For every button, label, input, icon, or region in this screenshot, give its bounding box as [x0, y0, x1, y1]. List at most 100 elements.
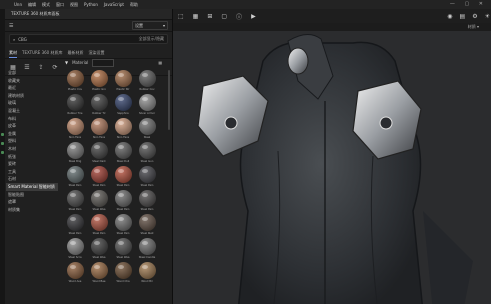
panel-tab[interactable]: 渲染设置 — [89, 50, 105, 58]
material-thumbnail[interactable]: Steel Gun — [137, 142, 157, 163]
filter-input[interactable] — [92, 58, 115, 67]
material-thumbnail[interactable]: Plastic Str — [113, 70, 133, 91]
material-label: Skin Face — [68, 135, 82, 139]
material-thumbnail[interactable]: Steel Rust — [137, 214, 157, 235]
category-item[interactable]: Smart Material 智能材质 — [6, 182, 58, 191]
viewport-dropdown-label: 材质 — [467, 24, 476, 29]
play-icon[interactable]: ▶ — [251, 13, 256, 20]
material-thumbnail[interactable]: Steel Pain — [137, 166, 157, 187]
rail-button[interactable] — [1, 151, 4, 154]
menu-item[interactable]: 编辑 — [28, 2, 36, 8]
category-item[interactable]: 玻璃 — [6, 99, 58, 107]
settings-dropdown[interactable]: 设置 ▾ — [132, 21, 168, 30]
material-thumbnail[interactable]: Plastic Gro — [89, 70, 109, 91]
material-label: Wood Bir — [141, 279, 153, 283]
info-icon[interactable]: ⓘ — [236, 12, 242, 21]
settings-icon[interactable]: ⚙ — [472, 13, 477, 20]
material-thumbnail[interactable]: Steel Brig — [65, 142, 85, 163]
menu-icon[interactable]: ☰ — [9, 23, 13, 29]
material-thumbnail[interactable]: Wood Cha — [113, 262, 133, 283]
material-thumbnail[interactable]: Steel Dull — [113, 142, 133, 163]
window-controls[interactable]: — ▢ ✕ — [450, 1, 487, 7]
grid-icon[interactable]: ▦ — [193, 13, 199, 20]
material-label: Steel Candle — [138, 255, 156, 259]
category-item[interactable]: 木材 — [6, 145, 58, 153]
rail-button[interactable] — [1, 142, 4, 145]
material-thumbnail[interactable]: Sapphire — [113, 94, 133, 115]
category-item[interactable]: 纸张 — [6, 153, 58, 161]
material-grid: Plastic Cov Plastic Gro Plastic Str Rubber … — [65, 70, 161, 283]
material-thumbnail[interactable]: Steel Dark — [89, 142, 109, 163]
left-rivet — [224, 116, 238, 130]
panel-tab[interactable]: 最新材质 — [68, 50, 84, 58]
material-thumbnail[interactable]: Steel Pain — [113, 190, 133, 211]
search-input[interactable]: ⌕ CBG 全部显示/隐藏 — [9, 34, 168, 44]
layout-icon[interactable]: ⊞ — [207, 13, 212, 20]
panel-tab[interactable]: 素材 — [9, 50, 17, 58]
material-thumbnail[interactable]: Plastic Cov — [65, 70, 85, 91]
material-thumbnail[interactable]: Silver Armor — [137, 94, 157, 115]
category-item[interactable]: 建筑材质 — [6, 92, 58, 100]
rail-button[interactable] — [1, 133, 4, 136]
category-item[interactable]: 皮革 — [6, 122, 58, 130]
material-thumbnail[interactable]: Skin Face — [113, 118, 133, 139]
category-item[interactable]: 遮罩 — [6, 198, 58, 206]
viewport[interactable]: ⬚ ▦ ⊞ ▢ ⓘ ▶ ◉ ▤ ⚙ ☀ 材质 ▾ — [173, 9, 491, 304]
menu-item[interactable]: 帮助 — [130, 2, 138, 8]
material-thumbnail[interactable]: Wood Bee — [89, 262, 109, 283]
category-item[interactable]: 布料 — [6, 115, 58, 123]
menu-item[interactable]: Unn — [14, 2, 22, 8]
category-item[interactable]: 收藏夹 — [6, 77, 58, 85]
category-item[interactable]: 金属 — [6, 130, 58, 138]
camera-icon[interactable]: ◉ — [447, 13, 452, 20]
material-thumbnail[interactable]: Rubber Tir — [89, 94, 109, 115]
material-thumbnail[interactable]: Steel Wea — [89, 238, 109, 259]
material-thumbnail[interactable]: Rubber Cov — [137, 70, 157, 91]
search-hint[interactable]: 全部显示/隐藏 — [139, 36, 164, 42]
material-thumbnail[interactable]: Rubber Tire — [65, 94, 85, 115]
light-icon[interactable]: ☀ — [485, 13, 490, 20]
grid-scrollbar[interactable] — [168, 70, 170, 130]
crop-icon[interactable]: ⬚ — [178, 13, 184, 20]
material-thumbnail[interactable]: Steel Pain — [89, 214, 109, 235]
material-thumbnail[interactable]: Steel — [137, 118, 157, 139]
material-thumbnail[interactable]: Skin Face — [89, 118, 109, 139]
material-thumbnail[interactable]: Steel Wea — [113, 238, 133, 259]
material-label: Silver Armor — [138, 111, 156, 115]
menu-item[interactable]: 视图 — [70, 2, 78, 8]
category-item[interactable]: 全部 — [6, 69, 58, 77]
material-thumbnail[interactable]: Steel Pain — [113, 214, 133, 235]
material-thumbnail[interactable]: Skin Face — [65, 118, 85, 139]
material-thumbnail[interactable]: Steel Pain — [65, 214, 85, 235]
grid-view-icon[interactable]: ▦ — [158, 60, 162, 65]
material-thumbnail[interactable]: Steel Pain — [65, 166, 85, 187]
material-thumbnail[interactable]: Wood Bir — [137, 262, 157, 283]
material-thumbnail[interactable]: Steel Candle — [137, 238, 157, 259]
material-thumbnail[interactable]: Steel Wea — [89, 190, 109, 211]
layers-icon[interactable]: ▤ — [460, 13, 466, 20]
menu-item[interactable]: Python — [84, 2, 98, 8]
frame-icon[interactable]: ▢ — [221, 13, 227, 20]
category-item[interactable]: 塑料 — [6, 137, 58, 145]
category-item[interactable]: 工具 — [6, 168, 58, 176]
armor-model — [173, 31, 491, 304]
category-item[interactable]: 石材 — [6, 175, 58, 183]
material-thumbnail[interactable]: Steel Pain — [65, 190, 85, 211]
category-item[interactable]: 混凝土 — [6, 107, 58, 115]
material-thumbnail[interactable]: Steel Pain — [113, 166, 133, 187]
material-thumbnail[interactable]: Steel Pain — [89, 166, 109, 187]
menu-item[interactable]: 窗口 — [56, 2, 64, 8]
panel-tab[interactable]: TEXTURE 360 材质库 — [22, 50, 63, 58]
filter-icon[interactable]: ▼ — [65, 60, 68, 65]
material-label: Steel Pain — [140, 183, 154, 187]
material-thumbnail[interactable]: Wood Ave — [65, 262, 85, 283]
category-item[interactable]: 材质集 — [6, 206, 58, 214]
menu-item[interactable]: 模式 — [42, 2, 50, 8]
category-item[interactable]: 瓷砖 — [6, 160, 58, 168]
material-thumbnail[interactable]: Steel Pain — [137, 190, 157, 211]
viewport-dropdown[interactable]: 材质 ▾ — [468, 24, 479, 30]
material-thumbnail[interactable]: Steel Scra — [65, 238, 85, 259]
menu-item[interactable]: JavaScript — [104, 2, 124, 8]
category-item[interactable]: 最近 — [6, 84, 58, 92]
category-item[interactable]: 智能贴图 — [6, 191, 58, 199]
